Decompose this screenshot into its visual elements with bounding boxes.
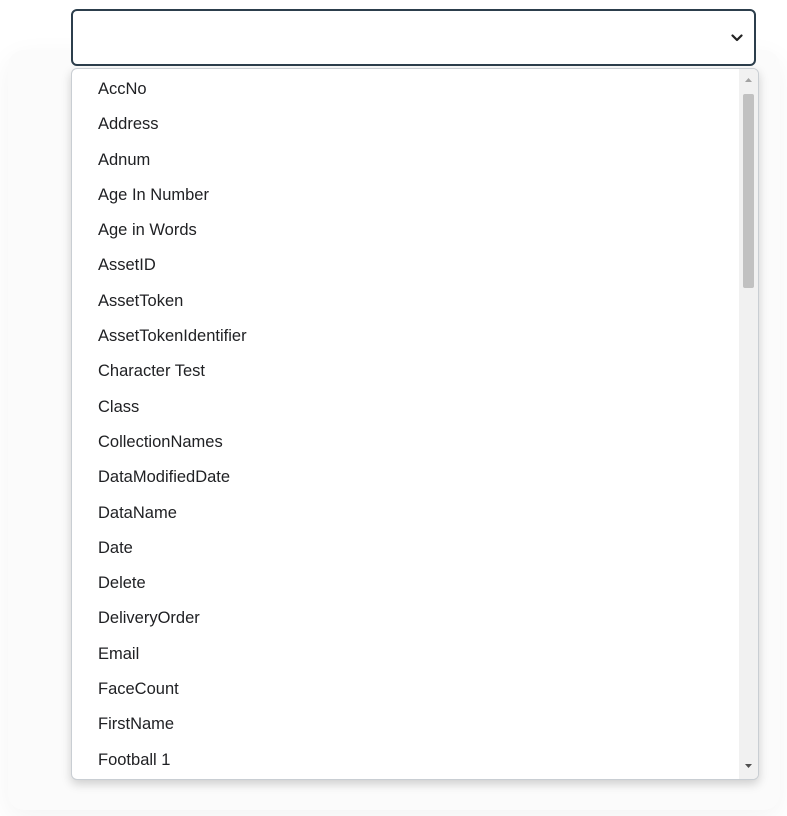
dropdown-option[interactable]: FirstName: [72, 707, 738, 742]
dropdown-option[interactable]: Email: [72, 637, 738, 672]
dropdown-option[interactable]: AssetTokenIdentifier: [72, 319, 738, 354]
options-list: AccNo Address Adnum Age In Number Age in Wor…: [72, 72, 738, 778]
dropdown-option[interactable]: DataName: [72, 496, 738, 531]
dropdown-option[interactable]: AssetToken: [72, 284, 738, 319]
dropdown-option[interactable]: Age in Words: [72, 213, 738, 248]
dropdown-option[interactable]: Address: [72, 107, 738, 142]
dropdown-option[interactable]: AccNo: [72, 72, 738, 107]
scrollbar[interactable]: [739, 69, 758, 779]
scroll-up-arrow-icon[interactable]: [739, 71, 758, 89]
dropdown-option[interactable]: CollectionNames: [72, 425, 738, 460]
dropdown-option[interactable]: Adnum: [72, 143, 738, 178]
dropdown-option[interactable]: DeliveryOrder: [72, 601, 738, 636]
dropdown-option[interactable]: Character Test: [72, 354, 738, 389]
dropdown-option[interactable]: Date: [72, 531, 738, 566]
scroll-down-arrow-icon[interactable]: [739, 757, 758, 775]
dropdown-option[interactable]: Class: [72, 390, 738, 425]
dropdown-option[interactable]: Football 1: [72, 743, 738, 778]
dropdown-option[interactable]: DataModifiedDate: [72, 460, 738, 495]
dropdown-option[interactable]: FaceCount: [72, 672, 738, 707]
scrollbar-thumb[interactable]: [743, 94, 754, 288]
dropdown-option[interactable]: Age In Number: [72, 178, 738, 213]
dropdown-listbox[interactable]: AccNo Address Adnum Age In Number Age in Wor…: [71, 68, 759, 780]
dropdown-option[interactable]: AssetID: [72, 248, 738, 283]
page: AccNo Address Adnum Age In Number Age in Wor…: [0, 0, 787, 816]
chevron-down-icon: [731, 34, 743, 42]
field-select[interactable]: [71, 9, 756, 66]
dropdown-option[interactable]: Delete: [72, 566, 738, 601]
